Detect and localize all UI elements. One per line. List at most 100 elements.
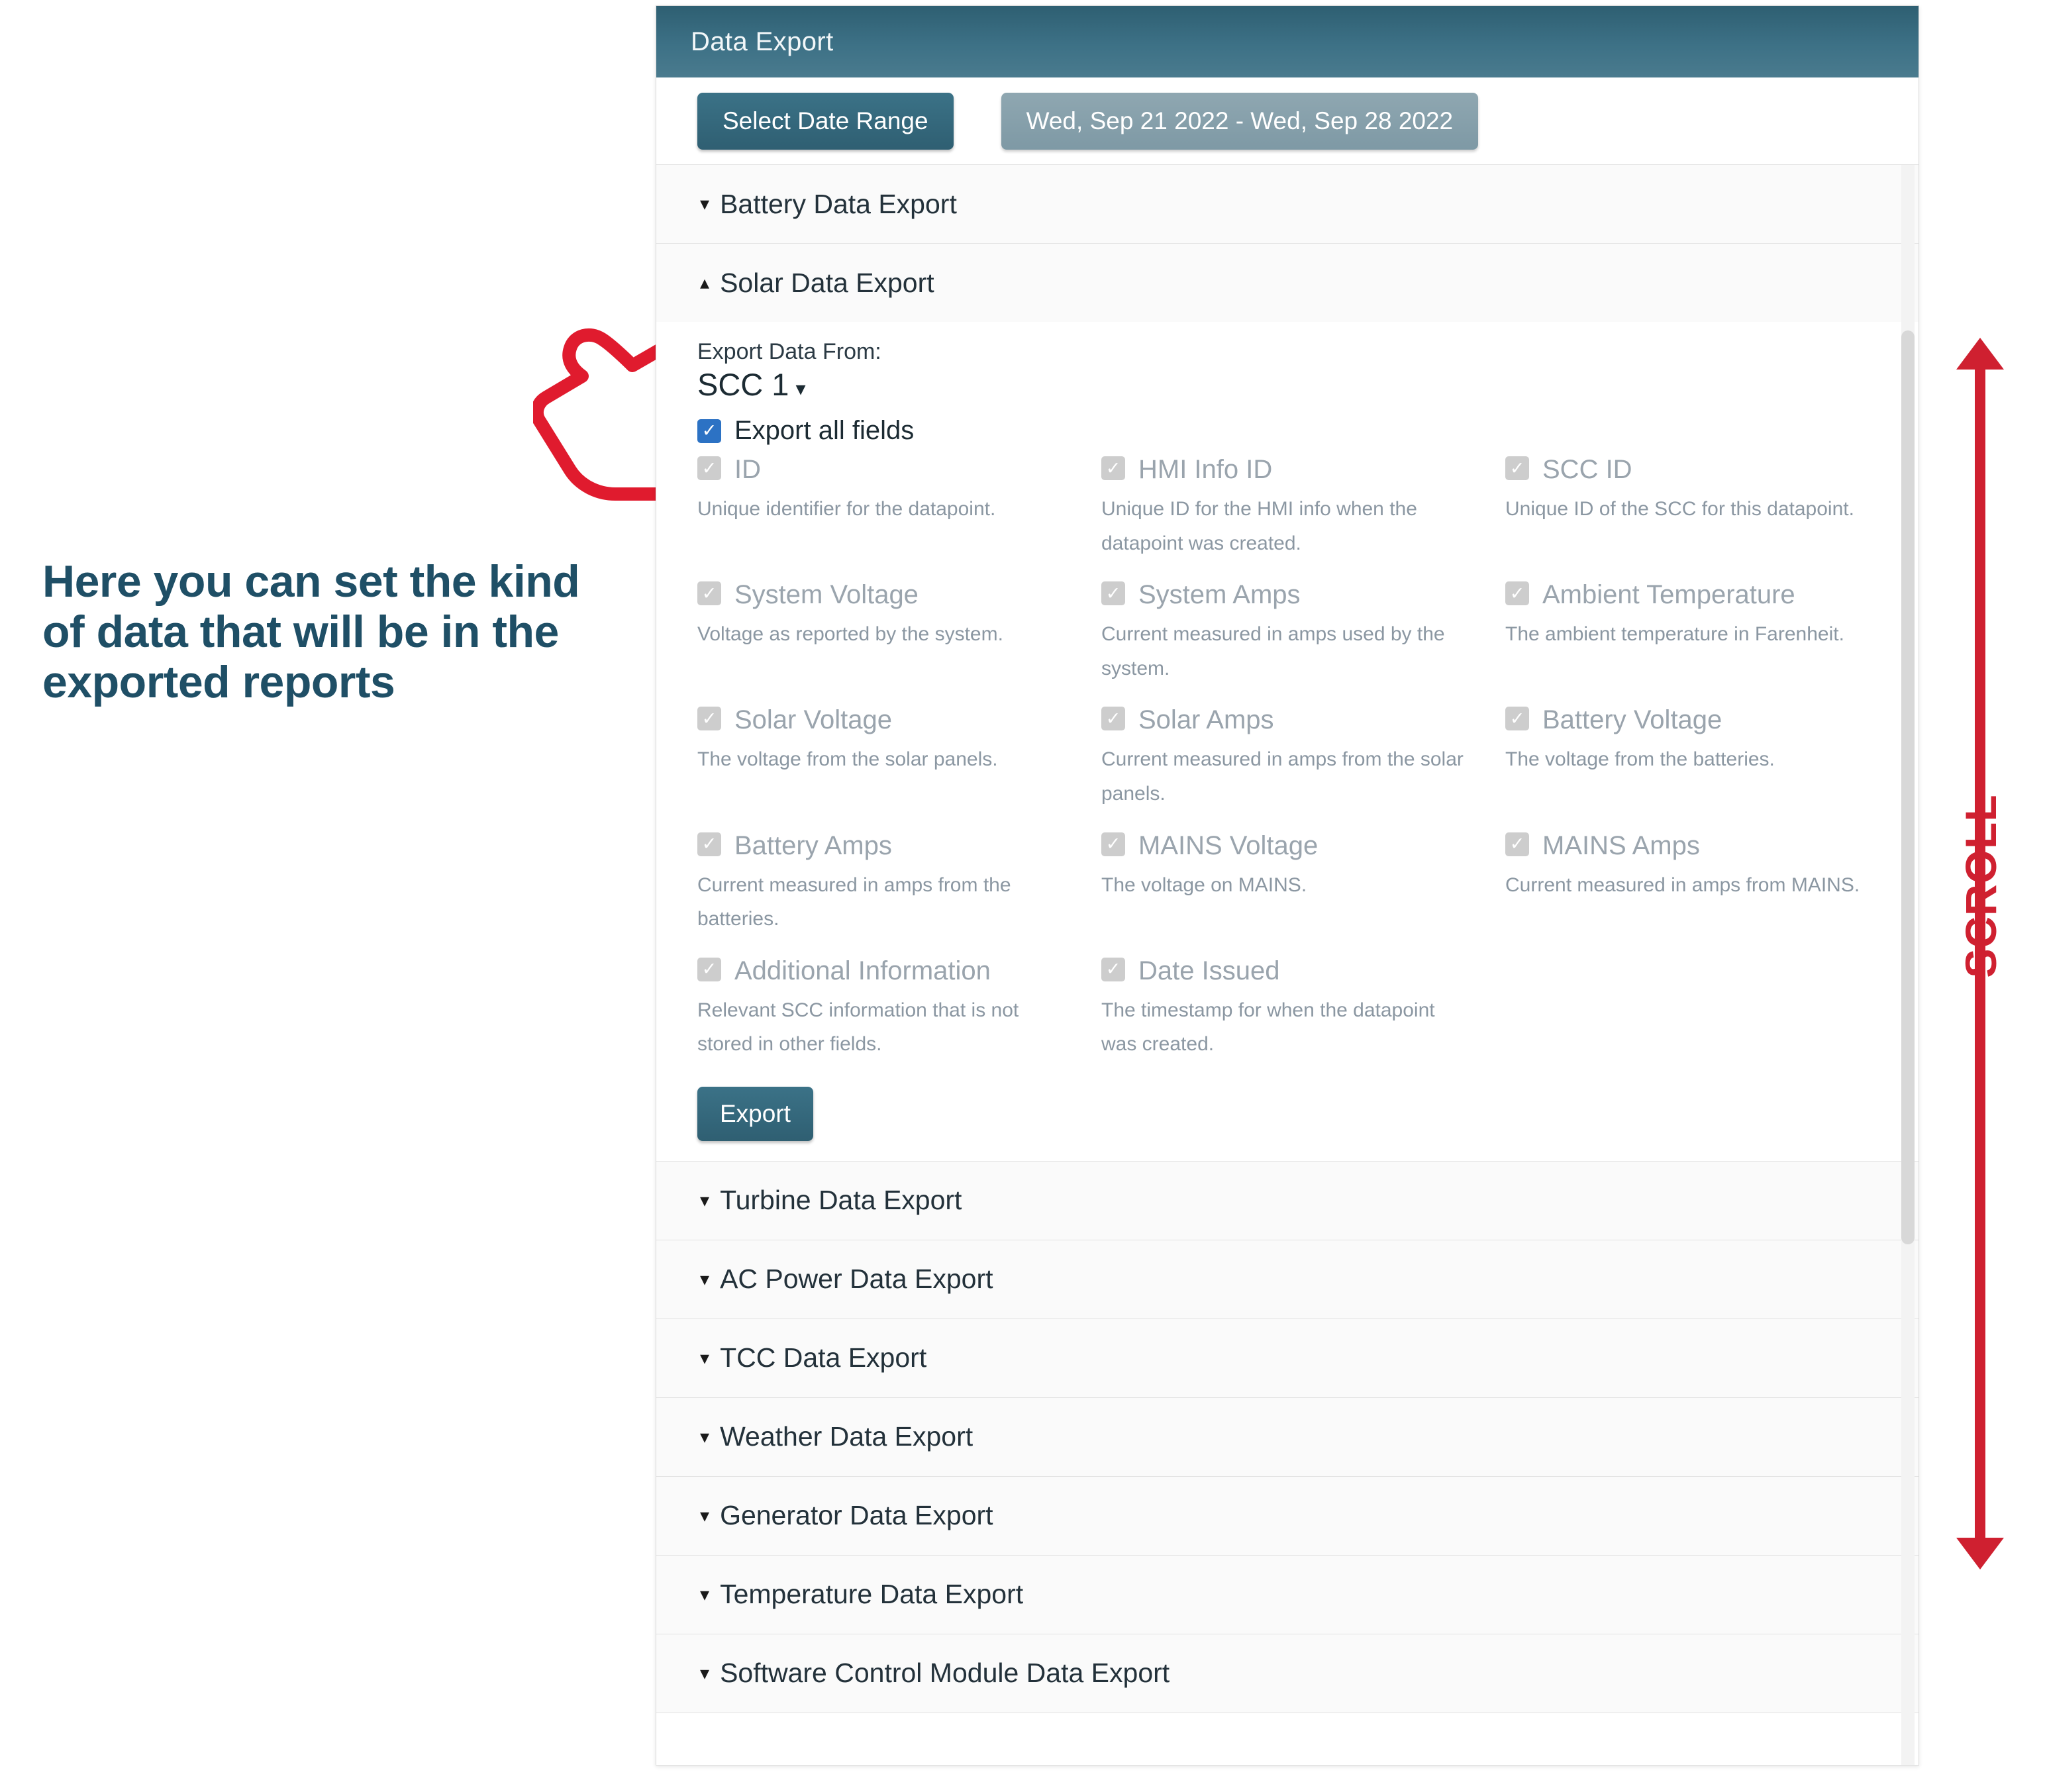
scc-select-value: SCC 1 <box>697 367 789 402</box>
scrollbar-thumb[interactable] <box>1901 330 1915 1244</box>
accordion-header-turbine[interactable]: ▾ Turbine Data Export <box>656 1161 1919 1240</box>
export-button[interactable]: Export <box>697 1086 813 1141</box>
export-button-wrap: Export <box>697 1086 1881 1141</box>
field-label: MAINS Voltage <box>1138 830 1319 860</box>
field-checkbox: ✓ <box>1505 581 1529 606</box>
accordion-label: Weather Data Export <box>720 1421 973 1452</box>
field-checkbox: ✓ <box>1101 832 1125 856</box>
field-checkbox: ✓ <box>697 707 721 731</box>
select-date-range-button[interactable]: Select Date Range <box>697 92 954 150</box>
field-checkbox-row[interactable]: ✓ System Voltage <box>697 581 1101 608</box>
accordion-header-solar[interactable]: ▴ Solar Data Export <box>656 244 1919 322</box>
field-checkbox-row[interactable]: ✓ MAINS Voltage <box>1101 832 1505 859</box>
field-cell: ✓ MAINS Amps Current measured in amps fr… <box>1505 832 1909 954</box>
solar-fields-grid: ✓ ID Unique identifier for the datapoint… <box>697 456 1881 1083</box>
accordion-header-ac-power[interactable]: ▾ AC Power Data Export <box>656 1240 1919 1319</box>
field-checkbox-row[interactable]: ✓ Battery Amps <box>697 832 1101 859</box>
accordion-label: Generator Data Export <box>720 1500 993 1531</box>
field-description: Current measured in amps from MAINS. <box>1505 873 1860 896</box>
accordion-item-battery: ▾ Battery Data Export <box>656 165 1919 244</box>
field-checkbox-row[interactable]: ✓ HMI Info ID <box>1101 456 1505 483</box>
field-description: The voltage from the solar panels. <box>697 748 998 771</box>
field-checkbox-row[interactable]: ✓ Battery Voltage <box>1505 707 1909 733</box>
field-cell-empty <box>1505 958 1909 1079</box>
field-checkbox-row[interactable]: ✓ Solar Amps <box>1101 707 1505 733</box>
field-checkbox-row[interactable]: ✓ Date Issued <box>1101 956 1505 985</box>
accordion-label: Battery Data Export <box>720 188 957 219</box>
field-description: Current measured in amps from the solar … <box>1101 748 1464 805</box>
accordion-header-temperature[interactable]: ▾ Temperature Data Export <box>656 1555 1919 1634</box>
field-checkbox: ✓ <box>1101 456 1125 480</box>
accordion-header-battery[interactable]: ▾ Battery Data Export <box>656 165 1919 243</box>
chevron-down-icon: ▾ <box>700 1662 710 1683</box>
field-cell: ✓ System Voltage Voltage as reported by … <box>697 581 1101 703</box>
data-export-panel: Data Export Select Date Range Wed, Sep 2… <box>656 5 1919 1766</box>
field-label: HMI Info ID <box>1138 455 1273 484</box>
accordion-item-software-control-module: ▾ Software Control Module Data Export <box>656 1634 1919 1713</box>
field-checkbox-row[interactable]: ✓ ID <box>697 456 1101 483</box>
chevron-down-icon: ▾ <box>700 193 710 214</box>
field-checkbox: ✓ <box>697 832 721 856</box>
accordion-item-ac-power: ▾ AC Power Data Export <box>656 1240 1919 1319</box>
accordion-label: Turbine Data Export <box>720 1185 962 1216</box>
field-label: ID <box>734 455 761 484</box>
accordion-header-weather[interactable]: ▾ Weather Data Export <box>656 1397 1919 1476</box>
field-checkbox: ✓ <box>1101 581 1125 606</box>
date-range-value-button[interactable]: Wed, Sep 21 2022 - Wed, Sep 28 2022 <box>1001 92 1479 150</box>
chevron-down-icon: ▾ <box>700 1505 710 1526</box>
scroll-arrow-down-icon <box>1956 1538 2004 1569</box>
accordion-item-turbine: ▾ Turbine Data Export <box>656 1161 1919 1240</box>
field-checkbox-row[interactable]: ✓ Additional Information <box>697 957 1101 984</box>
chevron-down-icon: ▾ <box>700 1268 710 1289</box>
field-checkbox-row[interactable]: ✓ Ambient Temperature <box>1505 581 1909 608</box>
accordion-item-generator: ▾ Generator Data Export <box>656 1476 1919 1556</box>
scc-select[interactable]: SCC 1 ▾ <box>697 366 1881 403</box>
field-cell: ✓ Battery Amps Current measured in amps … <box>697 832 1101 954</box>
accordion-header-tcc[interactable]: ▾ TCC Data Export <box>656 1319 1919 1397</box>
accordion-label: AC Power Data Export <box>720 1264 993 1295</box>
field-checkbox: ✓ <box>697 581 721 606</box>
accordion-header-software-control-module[interactable]: ▾ Software Control Module Data Export <box>656 1634 1919 1713</box>
field-label: SCC ID <box>1542 455 1632 484</box>
export-all-fields-checkbox[interactable]: ✓ <box>697 419 721 443</box>
field-label: Date Issued <box>1138 956 1280 985</box>
toolbar: Select Date Range Wed, Sep 21 2022 - Wed… <box>656 77 1919 165</box>
field-cell: ✓ MAINS Voltage The voltage on MAINS. <box>1101 832 1505 954</box>
field-cell: ✓ Ambient Temperature The ambient temper… <box>1505 581 1909 703</box>
field-cell: ✓ Solar Voltage The voltage from the sol… <box>697 707 1101 828</box>
accordion-item-solar: ▴ Solar Data Export Export Data From: SC… <box>656 244 1919 1162</box>
export-from-label: Export Data From: <box>697 339 881 364</box>
field-checkbox: ✓ <box>1101 707 1125 731</box>
field-description: Current measured in amps used by the sys… <box>1101 623 1445 679</box>
field-checkbox: ✓ <box>1505 832 1529 856</box>
field-checkbox-row[interactable]: ✓ Solar Voltage <box>697 707 1101 733</box>
accordion-header-generator[interactable]: ▾ Generator Data Export <box>656 1476 1919 1555</box>
field-checkbox-row[interactable]: ✓ MAINS Amps <box>1505 832 1909 859</box>
field-cell: ✓ Additional Information Relevant SCC in… <box>697 957 1101 1079</box>
screenshot-root: Here you can set the kind of data that w… <box>0 0 2045 1792</box>
panel-header: Data Export <box>656 6 1919 77</box>
field-label: System Voltage <box>734 580 919 610</box>
field-description: Unique ID for the HMI info when the data… <box>1101 498 1417 554</box>
field-description: The voltage on MAINS. <box>1101 873 1307 896</box>
page-title: Data Export <box>691 26 834 56</box>
field-description: Relevant SCC information that is not sto… <box>697 999 1019 1056</box>
field-description: The ambient temperature in Farenheit. <box>1505 623 1844 646</box>
field-label: Ambient Temperature <box>1542 580 1795 610</box>
field-cell: ✓ Date Issued The timestamp for when the… <box>1101 956 1505 1079</box>
field-label: Battery Voltage <box>1542 705 1722 735</box>
accordion-label: Solar Data Export <box>720 267 934 298</box>
field-label: Battery Amps <box>734 830 892 860</box>
export-all-fields-row[interactable]: ✓ Export all fields <box>697 416 1881 446</box>
field-checkbox-row[interactable]: ✓ SCC ID <box>1505 456 1909 483</box>
chevron-down-icon: ▾ <box>795 378 806 400</box>
chevron-up-icon: ▴ <box>700 272 710 293</box>
field-cell: ✓ Battery Voltage The voltage from the b… <box>1505 707 1909 828</box>
accordion-label: Temperature Data Export <box>720 1579 1024 1610</box>
chevron-down-icon: ▾ <box>700 1189 710 1211</box>
field-description: Voltage as reported by the system. <box>697 623 1003 646</box>
annotation-note: Here you can set the kind of data that w… <box>42 556 580 708</box>
field-checkbox-row[interactable]: ✓ System Amps <box>1101 581 1505 608</box>
field-label: MAINS Amps <box>1542 830 1700 860</box>
field-label: Solar Voltage <box>734 705 892 735</box>
